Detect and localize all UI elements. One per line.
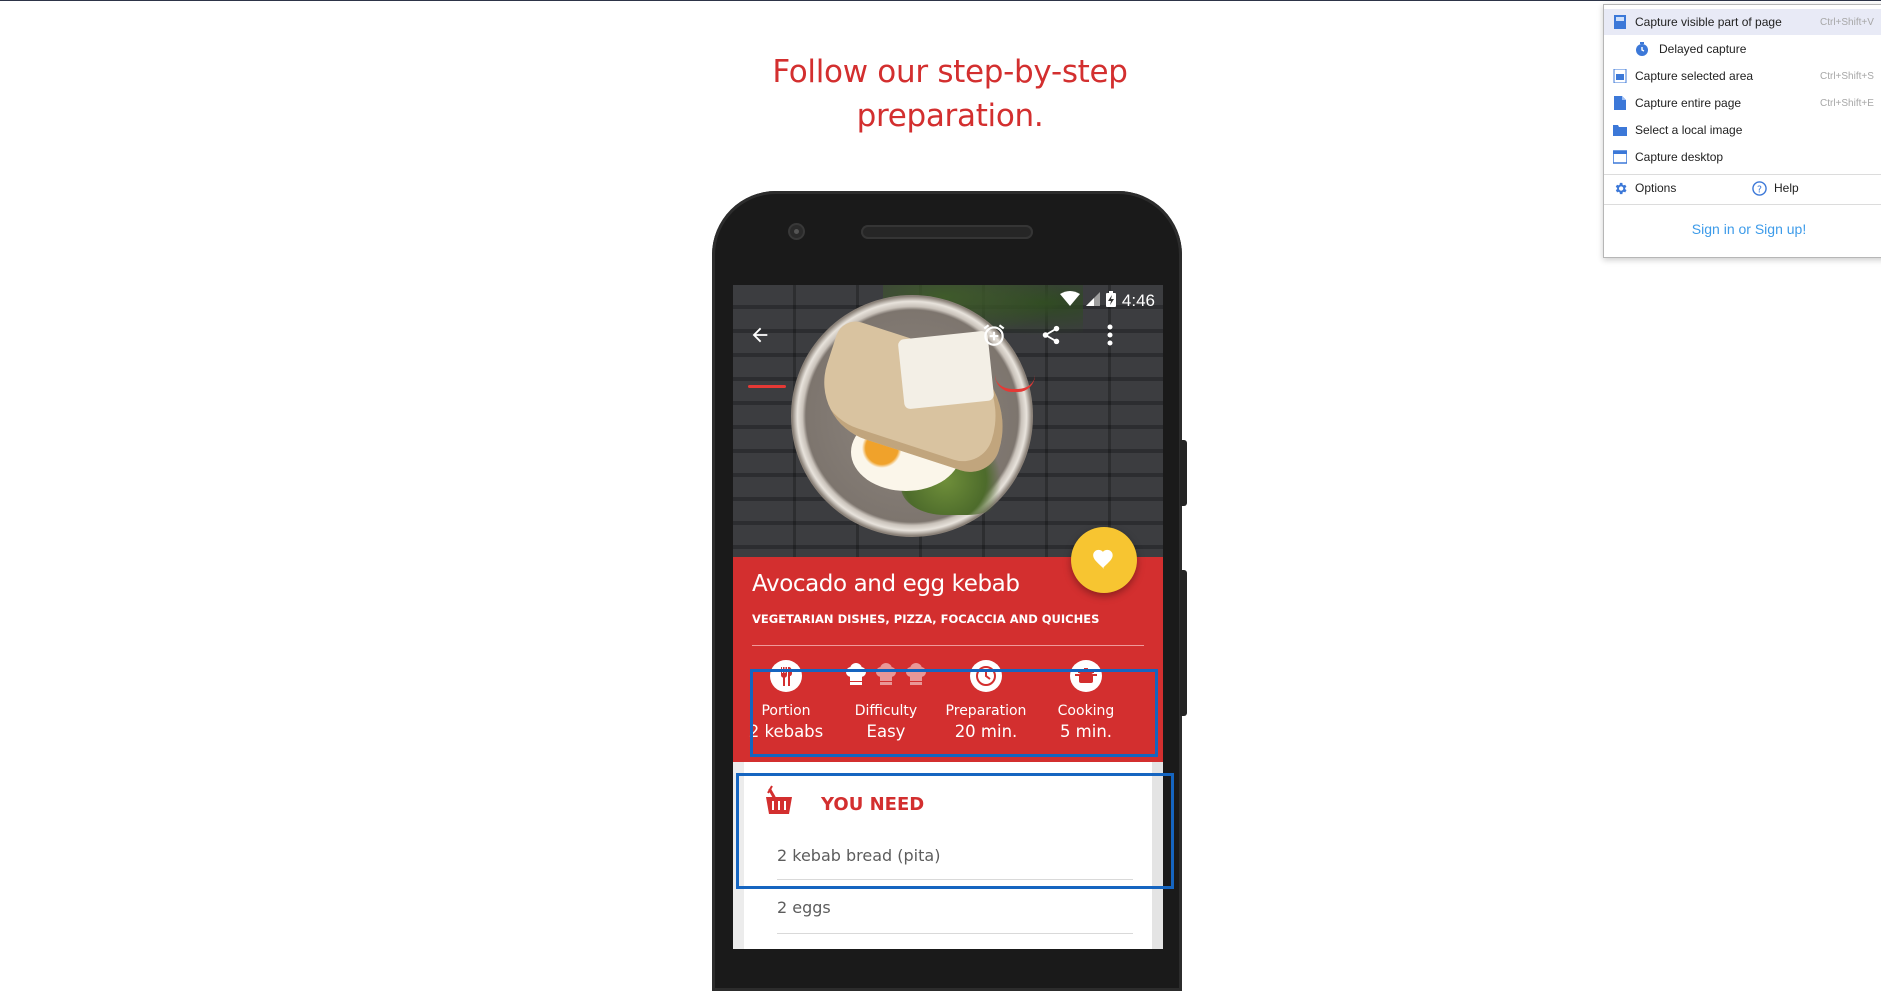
- menu-item-help[interactable]: ? Help: [1744, 175, 1881, 201]
- highlight-box-ingredients: [736, 773, 1174, 889]
- wifi-icon: [1059, 290, 1080, 312]
- back-arrow-icon: [749, 324, 771, 351]
- menu-item-label: Select a local image: [1635, 123, 1743, 137]
- favorite-button[interactable]: [1071, 527, 1137, 593]
- more-vert-icon: [1107, 324, 1113, 351]
- recipe-hero-image: 4:46: [733, 285, 1163, 557]
- menu-item-options[interactable]: Options: [1604, 175, 1744, 201]
- battery-charging-icon: [1105, 290, 1116, 312]
- timer-icon: [1635, 42, 1649, 56]
- page-visible-icon: [1613, 15, 1627, 29]
- phone-front-camera: [790, 225, 803, 238]
- svg-text:?: ?: [1757, 184, 1762, 195]
- sign-in-link[interactable]: Sign in or Sign up!: [1604, 221, 1881, 237]
- share-button[interactable]: [1031, 317, 1071, 357]
- heart-icon: [1091, 546, 1117, 575]
- menu-item-capture-visible[interactable]: Capture visible part of page Ctrl+Shift+…: [1604, 9, 1881, 35]
- phone-power-button: [1180, 440, 1187, 506]
- menu-item-label: Capture selected area: [1635, 69, 1754, 83]
- highlight-box-stats: [750, 669, 1158, 757]
- folder-icon: [1613, 123, 1627, 137]
- menu-item-label: Options: [1635, 181, 1677, 195]
- phone-volume-button: [1180, 570, 1187, 716]
- menu-item-label: Capture visible part of page: [1635, 15, 1782, 29]
- desktop-icon: [1612, 150, 1628, 164]
- annotation-underline: [748, 385, 786, 388]
- headline-line-2: preparation.: [856, 98, 1044, 134]
- headline-line-1: Follow our step-by-step: [772, 54, 1128, 90]
- menu-item-select-local-image[interactable]: Select a local image: [1604, 117, 1881, 143]
- recipe-title: Avocado and egg kebab: [752, 571, 1020, 597]
- phone-speaker-grille: [861, 225, 1033, 239]
- menu-shortcut: Ctrl+Shift+S: [1820, 70, 1874, 82]
- menu-shortcut: Ctrl+Shift+E: [1820, 97, 1874, 109]
- cell-signal-icon: [1085, 291, 1100, 311]
- menu-item-label: Help: [1774, 181, 1799, 195]
- app-bar: [733, 317, 1163, 357]
- help-icon: ?: [1752, 181, 1767, 196]
- menu-item-label: Capture entire page: [1635, 96, 1742, 110]
- menu-item-delayed-capture[interactable]: Delayed capture: [1604, 36, 1881, 62]
- status-bar: 4:46: [1059, 290, 1155, 312]
- page-entire-icon: [1613, 96, 1627, 110]
- capture-extension-menu: Capture visible part of page Ctrl+Shift+…: [1603, 4, 1881, 258]
- menu-item-capture-selected-area[interactable]: Capture selected area Ctrl+Shift+S: [1604, 63, 1881, 89]
- add-alarm-button[interactable]: [974, 317, 1014, 357]
- ingredient-divider: [777, 933, 1133, 934]
- back-button[interactable]: [740, 317, 780, 357]
- header-divider: [752, 645, 1144, 646]
- menu-separator: [1604, 204, 1881, 205]
- page-headline: Follow our step-by-step preparation.: [700, 50, 1200, 138]
- selection-icon: [1613, 68, 1627, 84]
- status-time: 4:46: [1121, 291, 1155, 310]
- page-top-border: [0, 0, 1881, 1]
- alarm-add-icon: [981, 322, 1007, 353]
- menu-shortcut: Ctrl+Shift+V: [1820, 16, 1874, 28]
- gear-icon: [1613, 181, 1627, 195]
- recipe-category: VEGETARIAN DISHES, PIZZA, FOCACCIA AND Q…: [752, 612, 1100, 626]
- menu-item-label: Delayed capture: [1659, 42, 1747, 56]
- menu-item-capture-desktop[interactable]: Capture desktop: [1604, 144, 1881, 170]
- share-icon: [1040, 324, 1062, 351]
- ingredient-item: 2 eggs: [777, 898, 831, 917]
- menu-item-capture-entire-page[interactable]: Capture entire page Ctrl+Shift+E: [1604, 90, 1881, 116]
- more-options-button[interactable]: [1090, 317, 1130, 357]
- menu-item-label: Capture desktop: [1635, 150, 1724, 164]
